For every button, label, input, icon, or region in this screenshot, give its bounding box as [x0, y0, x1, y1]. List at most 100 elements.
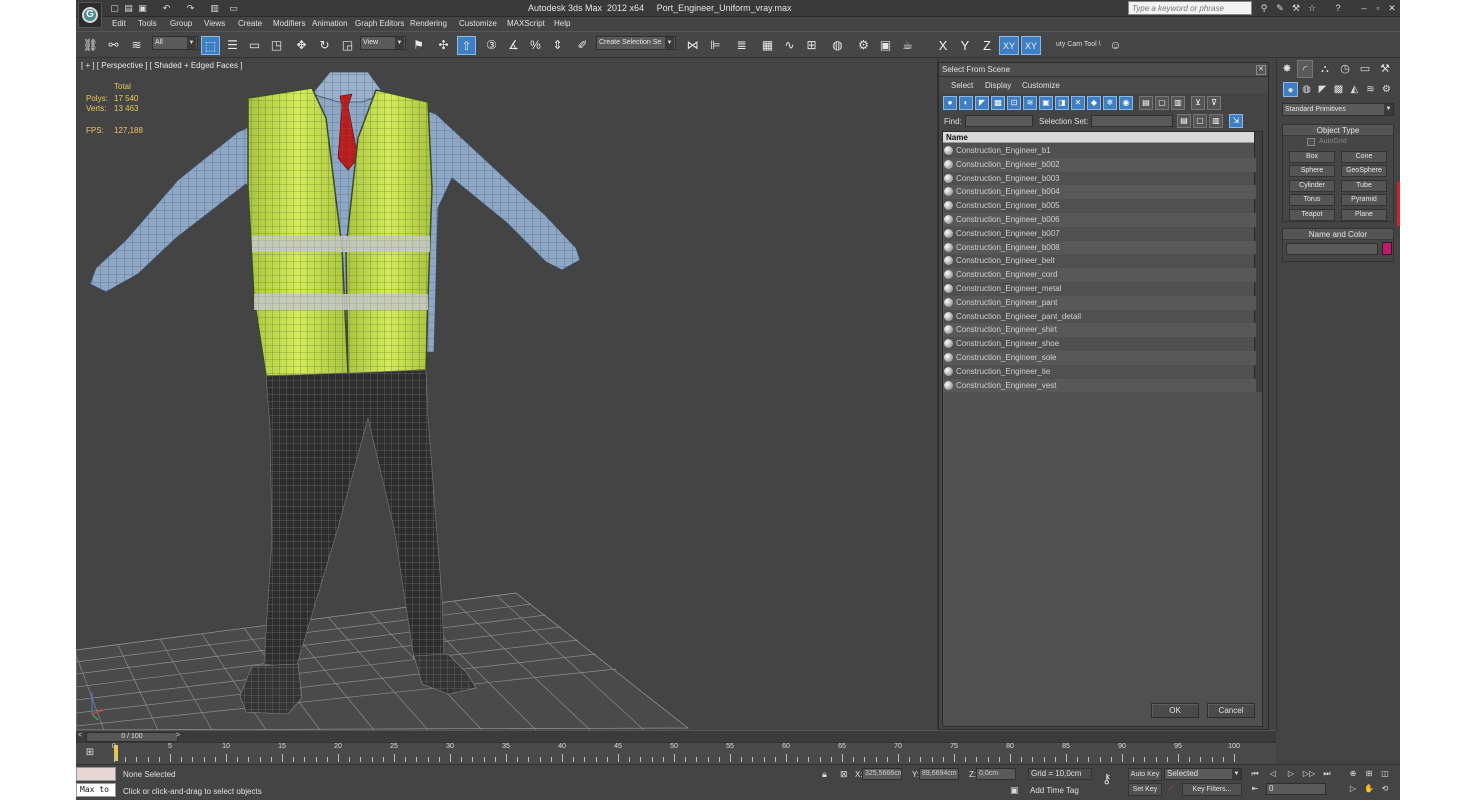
angle-snap-icon[interactable]: ∡: [504, 36, 523, 55]
next-frame-icon[interactable]: ▷▷: [1302, 768, 1316, 780]
x-coord-field[interactable]: 325,5666cm: [862, 768, 902, 780]
track-bar[interactable]: ⊞ 0 5 10 15 20 25 30 35 40 45 50 55 60 65 70 75 80 85 90 95…: [76, 742, 1276, 764]
project-folder-icon[interactable]: ▥: [209, 3, 220, 13]
select-invert-icon[interactable]: ▥: [1209, 114, 1223, 128]
schematic-view-icon[interactable]: ⊞: [802, 36, 821, 55]
close-icon[interactable]: ✕: [1386, 2, 1398, 14]
display-frozen-icon[interactable]: ❄: [1103, 96, 1117, 110]
auto-key-button[interactable]: Auto Key: [1128, 768, 1162, 781]
cone-button[interactable]: Cone: [1341, 151, 1387, 163]
percent-snap-icon[interactable]: %: [526, 36, 545, 55]
motion-tab-icon[interactable]: ◷: [1337, 60, 1353, 78]
select-manipulate-icon[interactable]: ✣: [434, 36, 453, 55]
display-geometry-icon[interactable]: ●: [943, 96, 957, 110]
window-crossing-icon[interactable]: ◳: [267, 36, 286, 55]
filter-settings-icon[interactable]: ⊽: [1207, 96, 1221, 110]
shapes-category-icon[interactable]: ◍: [1299, 82, 1314, 97]
object-row[interactable]: Construction_Engineer_shoe: [943, 337, 1256, 351]
object-row[interactable]: Construction_Engineer_tie: [943, 365, 1256, 379]
name-and-color-title[interactable]: Name and Color: [1283, 229, 1393, 240]
display-tab-icon[interactable]: ▭: [1357, 60, 1373, 78]
time-tag-icon[interactable]: ▣: [1010, 785, 1019, 796]
menu-tools[interactable]: Tools: [138, 19, 157, 28]
edit-named-selection-icon[interactable]: ✐: [573, 36, 592, 55]
box-button[interactable]: Box: [1289, 151, 1335, 163]
menu-animation[interactable]: Animation: [312, 19, 348, 28]
display-helpers-icon[interactable]: ⊡: [1007, 96, 1021, 110]
restrict-plane-cycle-button[interactable]: XY: [1021, 36, 1041, 55]
key-selection-set-dropdown[interactable]: Selected: [1164, 768, 1242, 780]
minimize-icon[interactable]: –: [1358, 2, 1370, 14]
object-color-swatch[interactable]: [1382, 242, 1392, 255]
open-file-icon[interactable]: ▤: [123, 3, 134, 13]
set-keys-icon[interactable]: ⚷: [1102, 771, 1112, 787]
key-filters-button[interactable]: Key Filters...: [1182, 783, 1242, 796]
dialog-close-icon[interactable]: ✕: [1256, 65, 1266, 75]
helpers-category-icon[interactable]: ◭: [1347, 82, 1362, 97]
cylinder-button[interactable]: Cylinder: [1289, 180, 1335, 192]
menu-maxscript[interactable]: MAXScript: [507, 19, 545, 28]
systems-category-icon[interactable]: ⚙: [1379, 82, 1394, 97]
go-to-end-icon[interactable]: ⏭: [1320, 768, 1334, 780]
zoom-all-icon[interactable]: ⊞: [1362, 768, 1376, 780]
keyboard-shortcut-override-icon[interactable]: ⇧: [457, 36, 476, 55]
time-slider-handle[interactable]: 0 / 100: [86, 732, 178, 742]
help-icon[interactable]: ?: [1332, 2, 1344, 14]
display-shapes-icon[interactable]: ◐: [959, 96, 973, 110]
render-setup-icon[interactable]: ⚙: [854, 36, 873, 55]
object-row[interactable]: Construction_Engineer_vest: [943, 378, 1256, 393]
lights-category-icon[interactable]: ◤: [1315, 82, 1330, 97]
move-icon[interactable]: ✥: [292, 36, 311, 55]
dialog-menu-select[interactable]: Select: [951, 81, 973, 90]
selection-set-dropdown[interactable]: [1091, 115, 1173, 127]
torus-button[interactable]: Torus: [1289, 194, 1335, 206]
object-row[interactable]: Construction_Engineer_b008: [943, 240, 1256, 255]
menu-graph-editors[interactable]: Graph Editors: [355, 19, 404, 28]
search-input[interactable]: [1128, 1, 1252, 15]
absolute-mode-icon[interactable]: ⊠: [840, 769, 848, 780]
select-none-icon[interactable]: ▢: [1193, 114, 1207, 128]
rendered-frame-window-icon[interactable]: ▣: [876, 36, 895, 55]
name-column-header[interactable]: Name: [943, 132, 1256, 143]
object-row[interactable]: Construction_Engineer_b004: [943, 185, 1256, 200]
cancel-button[interactable]: Cancel: [1207, 703, 1255, 718]
perspective-viewport[interactable]: [ + ] [ Perspective ] [ Shaded + Edged F…: [76, 58, 938, 730]
select-all-icon[interactable]: ▤: [1177, 114, 1191, 128]
align-icon[interactable]: ⊫: [706, 36, 725, 55]
maximize-icon[interactable]: ▫: [1372, 2, 1384, 14]
maxscript-listener-output[interactable]: [76, 767, 116, 781]
dialog-menu-customize[interactable]: Customize: [1022, 81, 1060, 90]
geosphere-button[interactable]: GeoSphere: [1341, 165, 1387, 177]
object-row[interactable]: Construction_Engineer_belt: [943, 254, 1256, 268]
hierarchy-tab-icon[interactable]: ⛬: [1317, 60, 1333, 78]
time-slider-next-icon[interactable]: >: [176, 732, 180, 739]
maxscript-mini-listener[interactable]: Max to: [76, 783, 116, 797]
restrict-x-button[interactable]: X: [933, 36, 953, 55]
rectangular-selection-icon[interactable]: ▭: [245, 36, 264, 55]
application-button[interactable]: G: [78, 2, 102, 28]
viewport-layout-icon[interactable]: ▭: [228, 3, 239, 13]
ok-button[interactable]: OK: [1151, 703, 1199, 718]
object-row[interactable]: Construction_Engineer_pant: [943, 295, 1256, 310]
display-bones-icon[interactable]: ✕: [1071, 96, 1085, 110]
pyramid-button[interactable]: Pyramid: [1341, 194, 1387, 206]
display-invert-icon[interactable]: ▥: [1171, 96, 1185, 110]
undo-icon[interactable]: ↶: [161, 3, 172, 13]
modify-tab-icon[interactable]: ◜: [1297, 60, 1313, 78]
restrict-y-button[interactable]: Y: [955, 36, 975, 55]
object-row[interactable]: Construction_Engineer_shirt: [943, 323, 1256, 338]
object-row[interactable]: Construction_Engineer_b1: [943, 144, 1256, 158]
play-icon[interactable]: ▷: [1284, 768, 1298, 780]
zoom-icon[interactable]: ⊕: [1346, 768, 1360, 780]
display-all-icon[interactable]: ▤: [1139, 96, 1153, 110]
primitive-category-dropdown[interactable]: Standard Primitives: [1282, 103, 1394, 116]
cam-tool-label[interactable]: uty Cam Tool \: [1056, 41, 1101, 48]
dialog-title-bar[interactable]: Select From Scene ✕: [939, 63, 1268, 77]
sphere-button[interactable]: Sphere: [1289, 165, 1335, 177]
rotate-icon[interactable]: ↻: [315, 36, 334, 55]
menu-create[interactable]: Create: [238, 19, 262, 28]
select-object-icon[interactable]: ⬚: [201, 36, 220, 55]
named-selection-dropdown[interactable]: Create Selection Se: [596, 36, 676, 50]
new-file-icon[interactable]: ▢: [109, 3, 120, 13]
cam-tool-icon[interactable]: ☺: [1106, 36, 1125, 55]
